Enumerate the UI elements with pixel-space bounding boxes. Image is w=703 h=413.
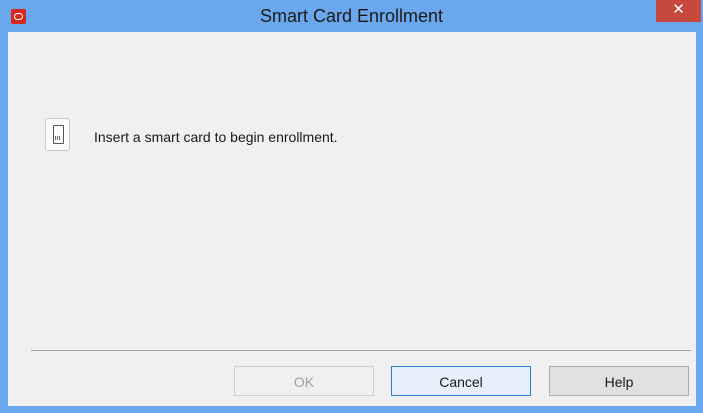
window-title: Smart Card Enrollment	[259, 6, 444, 26]
cancel-button[interactable]: Cancel	[391, 366, 531, 396]
card-outline	[53, 125, 64, 144]
ok-button[interactable]: OK	[234, 366, 374, 396]
instruction-message: Insert a smart card to begin enrollment.	[94, 129, 338, 145]
card-chip	[55, 136, 60, 140]
title-bar[interactable]: Smart Card Enrollment ✕	[0, 0, 703, 32]
dialog-body: Insert a smart card to begin enrollment.…	[8, 32, 696, 406]
help-button[interactable]: Help	[549, 366, 689, 396]
smart-card-icon	[45, 118, 70, 151]
dialog-window: Smart Card Enrollment ✕ Insert a smart c…	[0, 0, 703, 413]
close-button[interactable]: ✕	[656, 0, 701, 22]
button-divider	[31, 350, 691, 351]
